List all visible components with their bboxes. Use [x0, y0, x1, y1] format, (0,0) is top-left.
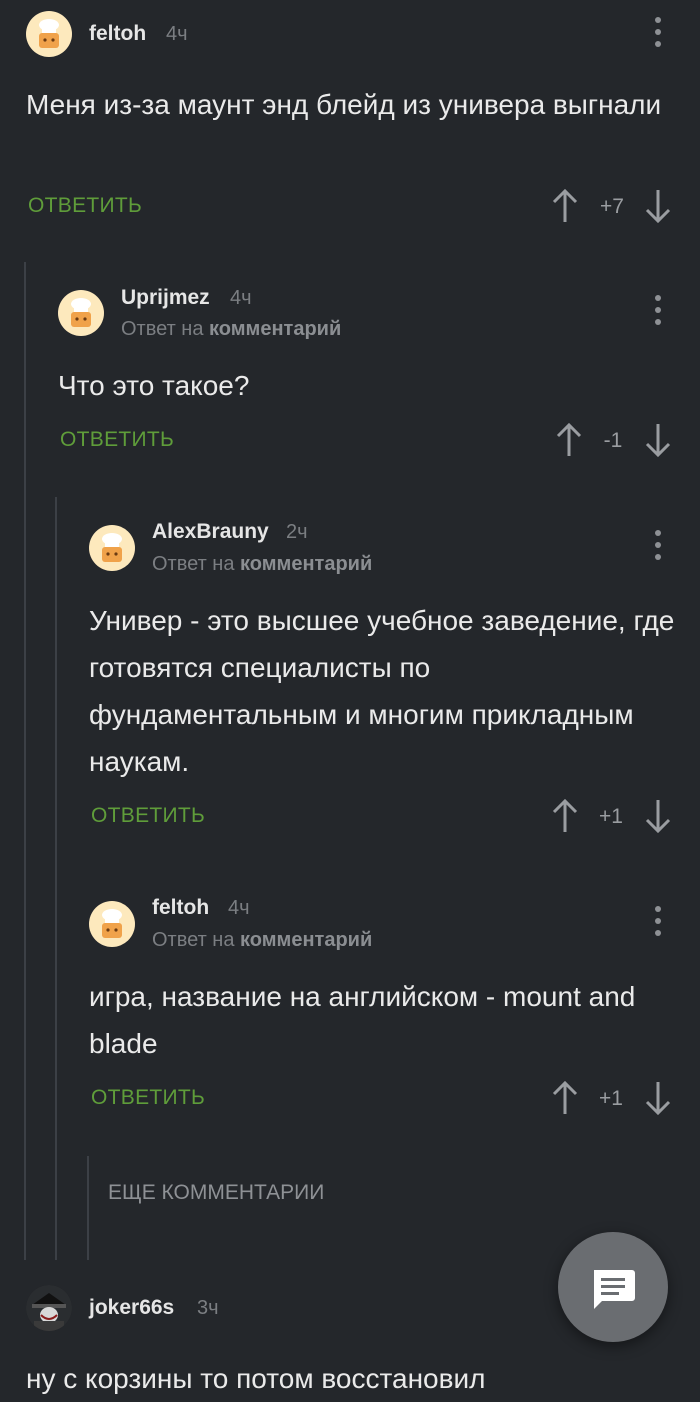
reply-to-prefix: Ответ на	[152, 553, 235, 575]
reply-to-prefix: Ответ на	[121, 318, 204, 340]
joker-avatar-icon	[26, 1285, 72, 1331]
comment-rating: +7	[600, 195, 624, 218]
arrow-up-icon[interactable]	[551, 798, 579, 834]
comment-author[interactable]: joker66s	[89, 1296, 174, 1320]
reply-to-link[interactable]: комментарий	[240, 553, 372, 575]
message-icon	[594, 1270, 635, 1309]
more-vertical-icon[interactable]	[648, 15, 668, 51]
arrow-down-icon[interactable]	[644, 188, 672, 224]
more-comments-link[interactable]: ЕЩЕ КОММЕНТАРИИ	[108, 1181, 324, 1205]
comment-text: Что это такое?	[58, 370, 250, 401]
reply-to-link[interactable]: комментарий	[240, 929, 372, 951]
chef-avatar-icon	[39, 19, 59, 48]
avatar[interactable]	[89, 901, 135, 947]
avatar[interactable]	[89, 525, 135, 571]
more-vertical-icon[interactable]	[648, 293, 668, 329]
arrow-down-icon[interactable]	[644, 1080, 672, 1116]
arrow-up-icon[interactable]	[551, 188, 579, 224]
comment-time: 4ч	[230, 287, 252, 309]
reply-to: Ответ на комментарий	[121, 318, 341, 341]
comment-time: 2ч	[286, 521, 308, 543]
comment-rating: +1	[599, 1087, 623, 1110]
reply-button[interactable]: ОТВЕТИТЬ	[91, 804, 205, 828]
comment-author[interactable]: Uprijmez	[121, 286, 210, 310]
comment-time: 4ч	[166, 23, 188, 45]
reply-to: Ответ на комментарий	[152, 553, 372, 576]
avatar[interactable]	[58, 290, 104, 336]
reply-button[interactable]: ОТВЕТИТЬ	[91, 1086, 205, 1110]
arrow-down-icon[interactable]	[644, 798, 672, 834]
comment-text: игра, название на английском - mount and…	[89, 981, 636, 1059]
comment-rating: +1	[599, 805, 623, 828]
avatar[interactable]	[26, 1285, 72, 1331]
arrow-up-icon[interactable]	[555, 422, 583, 458]
comment-author[interactable]: feltoh	[152, 896, 209, 920]
fab-comment-button[interactable]	[558, 1232, 668, 1342]
comment-text: Универ - это высшее учебное заведение, г…	[89, 605, 675, 777]
comment-time: 3ч	[197, 1297, 219, 1319]
comment-text: Меня из-за маунт энд блейд из универа вы…	[26, 89, 662, 120]
reply-to-prefix: Ответ на	[152, 929, 235, 951]
comment-text: ну с корзины то потом восстановил	[26, 1363, 486, 1394]
avatar[interactable]	[26, 11, 72, 57]
arrow-up-icon[interactable]	[551, 1080, 579, 1116]
thread-line-level-2	[55, 497, 57, 1260]
more-vertical-icon[interactable]	[648, 528, 668, 564]
chef-avatar-icon	[102, 533, 122, 562]
comment-author[interactable]: feltoh	[89, 22, 146, 46]
reply-to: Ответ на комментарий	[152, 929, 372, 952]
chef-avatar-icon	[102, 909, 122, 938]
comment-time: 4ч	[228, 897, 250, 919]
reply-button[interactable]: ОТВЕТИТЬ	[60, 428, 174, 452]
chef-avatar-icon	[71, 298, 91, 327]
reply-to-link[interactable]: комментарий	[209, 318, 341, 340]
thread-line-level-3	[87, 1156, 89, 1260]
thread-line-level-1	[24, 262, 26, 1260]
reply-button[interactable]: ОТВЕТИТЬ	[28, 194, 142, 218]
comment-author[interactable]: AlexBrauny	[152, 520, 269, 544]
comment-rating: -1	[603, 429, 623, 452]
arrow-down-icon[interactable]	[644, 422, 672, 458]
more-vertical-icon[interactable]	[648, 904, 668, 940]
